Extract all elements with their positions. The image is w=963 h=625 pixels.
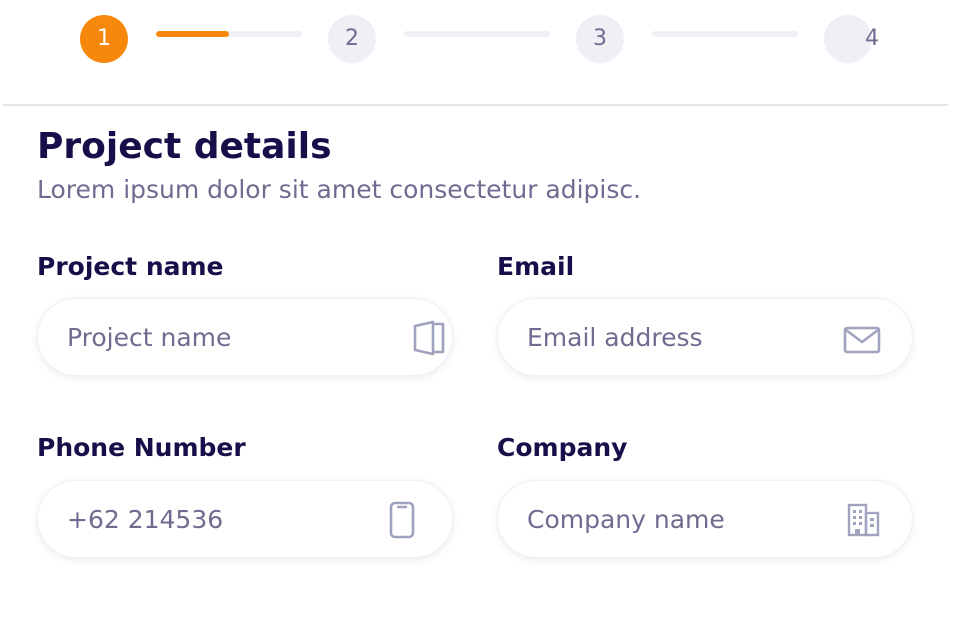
step-number: 4 — [865, 26, 879, 51]
step-number: 2 — [345, 26, 359, 51]
email-field[interactable] — [497, 298, 913, 376]
step-connector-3 — [652, 31, 798, 37]
step-3[interactable]: 3 — [576, 15, 624, 63]
connector-progress-fill — [156, 31, 229, 37]
company-label: Company — [497, 433, 628, 462]
phone-icon — [382, 501, 422, 539]
page-subtitle: Lorem ipsum dolor sit amet consectetur a… — [37, 175, 642, 204]
step-4[interactable]: 4 — [824, 15, 879, 63]
building-icon — [842, 501, 882, 539]
project-name-label: Project name — [37, 252, 224, 281]
step-2[interactable]: 2 — [328, 15, 376, 63]
step-connector-1 — [156, 31, 302, 37]
project-name-input[interactable] — [67, 299, 377, 375]
section-divider — [3, 104, 948, 106]
progress-stepper: 1 2 3 4 — [0, 0, 963, 104]
email-input[interactable] — [527, 299, 837, 375]
phone-number-field[interactable] — [37, 480, 453, 558]
step-number: 1 — [97, 26, 111, 51]
step-number: 3 — [593, 26, 607, 51]
mail-icon — [842, 319, 882, 357]
project-name-field[interactable] — [37, 298, 453, 376]
phone-number-label: Phone Number — [37, 433, 246, 462]
company-input[interactable] — [527, 481, 837, 557]
phone-number-input[interactable] — [67, 481, 377, 557]
company-field[interactable] — [497, 480, 913, 558]
page-title: Project details — [37, 126, 332, 167]
step-connector-2 — [404, 31, 550, 37]
email-label: Email — [497, 252, 575, 281]
step-1[interactable]: 1 — [80, 15, 128, 63]
folder-icon — [412, 319, 452, 357]
